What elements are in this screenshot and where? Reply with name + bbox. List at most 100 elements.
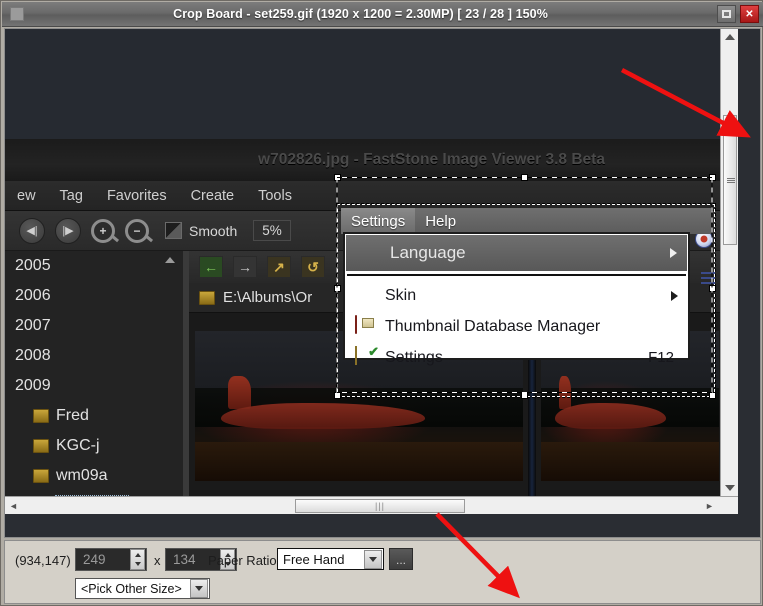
previous-icon[interactable]: ◀| [19, 217, 45, 244]
tree-item-label: 2007 [15, 317, 51, 334]
menu-item-create[interactable]: Create [179, 188, 247, 204]
marquee-handle-mr[interactable] [709, 285, 716, 292]
close-window-button[interactable]: ✕ [740, 5, 759, 23]
paper-ratio-value: Free Hand [283, 551, 345, 567]
zoom-out-icon[interactable]: − [125, 218, 149, 243]
menu-item-label: Settings [385, 348, 443, 366]
tree-item-wm09a[interactable]: wm09a [5, 461, 183, 491]
tree-item-2006[interactable]: 2006 [5, 281, 183, 311]
no-icon [355, 285, 377, 307]
cursor-coordinates: (934,147) [15, 553, 71, 568]
plane-tail [227, 376, 251, 409]
menu-settings[interactable]: Settings [341, 208, 416, 234]
settings-menu-popup: Settings Help Language Skin Thumbnail Da… [336, 203, 716, 398]
menu-item-language[interactable]: Language [346, 235, 687, 271]
pick-other-size-value: <Pick Other Size> [81, 581, 182, 596]
back-arrow-icon[interactable]: ← [199, 256, 223, 278]
more-options-button[interactable]: ... [389, 548, 413, 570]
marquee-handle-ml[interactable] [334, 285, 341, 292]
close-icon: ✕ [745, 8, 754, 20]
width-spinner-arrows[interactable] [130, 549, 145, 570]
crop-board-window: Crop Board - set259.gif (1920 x 1200 = 2… [0, 0, 763, 606]
marquee-handle-br[interactable] [709, 392, 716, 399]
forward-arrow-icon[interactable]: → [233, 256, 257, 278]
menu-item-tools[interactable]: Tools [246, 188, 304, 204]
menu-item-favorites[interactable]: Favorites [95, 188, 179, 204]
menu-item-label: Language [390, 243, 466, 262]
scrollbar-grip-icon [727, 177, 735, 184]
folder-icon [33, 469, 49, 483]
tree-item-2009[interactable]: 2009 [5, 371, 183, 401]
plane-fuselage [555, 403, 666, 429]
ground [541, 442, 719, 481]
crop-preview-area[interactable]: w702826.jpg - FastStone Image Viewer 3.8… [4, 28, 761, 538]
submenu-arrow-icon [671, 290, 678, 301]
menu-item-skin[interactable]: Skin [345, 280, 688, 311]
scroll-up-icon[interactable] [721, 29, 738, 45]
menu-item-thumbnail-database-manager[interactable]: Thumbnail Database Manager [345, 311, 688, 342]
marquee-handle-bl[interactable] [334, 392, 341, 399]
tree-item-fred[interactable]: Fred [5, 401, 183, 431]
smooth-checkbox[interactable]: Smooth [165, 222, 237, 239]
crop-height-value: 134 [173, 552, 196, 567]
tree-scroll-indicator[interactable] [165, 251, 177, 514]
settings-dropdown: Language Skin Thumbnail Database Manager [343, 232, 690, 366]
address-path: E:\Albums\Or [223, 289, 313, 306]
vertical-scrollbar[interactable] [720, 29, 738, 514]
tree-item-label: 2008 [15, 347, 51, 364]
submenu-arrow-icon [670, 248, 677, 258]
zoom-level-field[interactable]: 5% [253, 220, 291, 241]
zoom-in-icon[interactable]: + [91, 218, 115, 243]
dimension-separator: x [154, 553, 161, 568]
tree-item-label: 2005 [15, 257, 51, 274]
window-title: Crop Board - set259.gif (1920 x 1200 = 2… [173, 7, 548, 21]
menu-item-view[interactable]: ew [5, 188, 48, 204]
tree-item-kgc-j[interactable]: KGC-j [5, 431, 183, 461]
plane-fuselage [221, 403, 425, 429]
paper-ratio-select[interactable]: Free Hand [277, 548, 384, 570]
tree-item-label: Fred [56, 407, 89, 424]
folder-icon [33, 409, 49, 423]
pencil-check-icon [355, 345, 377, 369]
background-app-title: w702826.jpg - FastStone Image Viewer 3.8… [258, 151, 605, 168]
pick-other-size-select[interactable]: <Pick Other Size> [75, 578, 210, 599]
crop-width-stepper[interactable]: 249 [75, 548, 147, 571]
popup-menubar: Settings Help [341, 208, 711, 234]
window-title-bar: Crop Board - set259.gif (1920 x 1200 = 2… [2, 2, 763, 27]
folder-icon [199, 290, 215, 305]
scroll-left-icon[interactable]: ◄ [5, 497, 22, 514]
refresh-icon[interactable]: ↺ [301, 256, 325, 278]
next-icon[interactable]: |▶ [55, 217, 81, 244]
menu-item-label: Thumbnail Database Manager [385, 317, 601, 335]
book-icon [355, 314, 377, 338]
smooth-label: Smooth [189, 222, 238, 239]
menu-item-tag[interactable]: Tag [48, 188, 95, 204]
scrollbar-grip-icon: ||| [374, 501, 385, 511]
marquee-handle-tr[interactable] [709, 174, 716, 181]
folder-tree[interactable]: 2005 2006 2007 2008 2009 Fred KGC-j wm09… [5, 251, 183, 514]
menu-item-settings[interactable]: Settings F12 [345, 342, 688, 373]
marquee-handle-bm[interactable] [521, 392, 528, 399]
tree-item-label: 2009 [15, 377, 51, 394]
chevron-down-icon[interactable] [190, 579, 208, 598]
scroll-up-icon [165, 257, 175, 263]
chevron-down-icon[interactable] [364, 549, 382, 569]
up-folder-icon[interactable]: ↗ [267, 256, 291, 278]
tree-item-2005[interactable]: 2005 [5, 251, 183, 281]
menu-item-label: Skin [385, 286, 417, 304]
scroll-down-icon[interactable] [721, 480, 738, 496]
tree-item-2008[interactable]: 2008 [5, 341, 183, 371]
scroll-right-icon[interactable]: ► [701, 497, 718, 514]
horizontal-scrollbar-thumb[interactable]: ||| [295, 499, 465, 513]
restore-button[interactable] [717, 5, 736, 23]
horizontal-scrollbar[interactable]: ◄ ||| ► [5, 496, 738, 514]
folder-icon [33, 439, 49, 453]
tree-item-2007[interactable]: 2007 [5, 311, 183, 341]
marquee-handle-tm[interactable] [521, 174, 528, 181]
checkbox-icon [165, 222, 182, 239]
background-app-title-strip: w702826.jpg - FastStone Image Viewer 3.8… [5, 139, 738, 181]
menu-help[interactable]: Help [415, 213, 466, 230]
marquee-handle-tl[interactable] [334, 174, 341, 181]
ground [195, 442, 523, 481]
vertical-scrollbar-thumb[interactable] [723, 115, 737, 245]
